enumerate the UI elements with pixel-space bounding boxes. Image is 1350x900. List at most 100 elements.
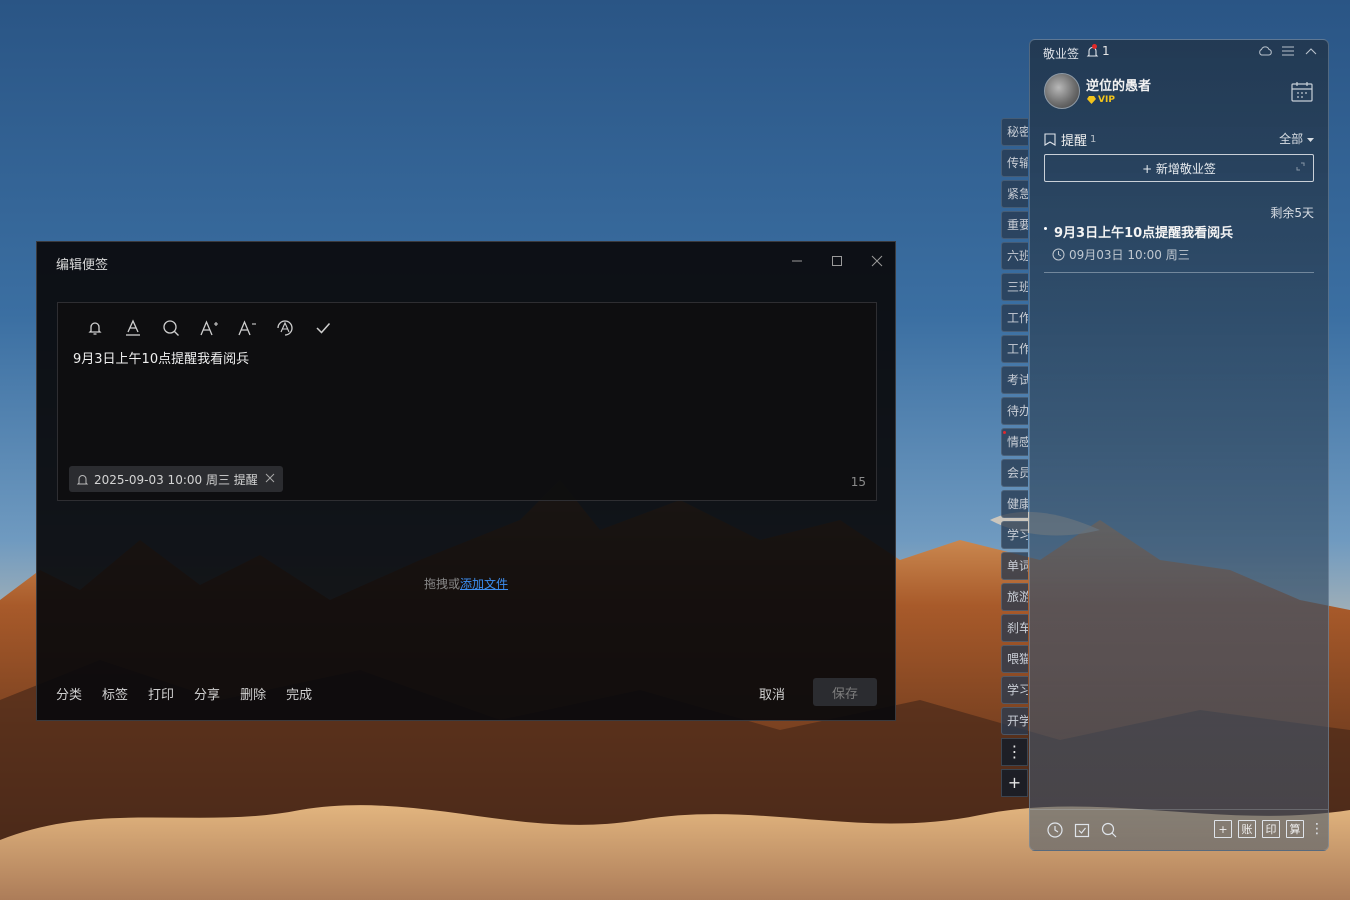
category-tab[interactable]: 健康: [1001, 490, 1028, 518]
calculator-button[interactable]: 算: [1286, 820, 1304, 838]
note-reminder-time: 09月03日 10:00 周三: [1052, 246, 1190, 263]
print-button[interactable]: 打印: [148, 684, 174, 703]
panel-titlebar[interactable]: 敬业签 1: [1030, 40, 1328, 62]
note-edit-area[interactable]: 9月3日上午10点提醒我看阅兵 2025-09-03 10:00 周三 提醒 1…: [57, 302, 877, 501]
category-tab[interactable]: 传输: [1001, 149, 1028, 177]
reminder-tool-button[interactable]: [76, 317, 114, 339]
category-tab[interactable]: 学习: [1001, 521, 1028, 549]
search-button[interactable]: [1100, 821, 1117, 838]
font-decrease-tool-button[interactable]: [228, 317, 266, 339]
clear-format-icon: [277, 320, 293, 336]
clock-icon: [1052, 248, 1065, 261]
new-note-button[interactable]: + 新增敬业签: [1044, 154, 1314, 182]
delete-button[interactable]: 删除: [240, 684, 266, 703]
remove-reminder-icon[interactable]: [265, 472, 275, 487]
cloud-sync-button[interactable]: [1258, 44, 1272, 58]
reminder-section-header[interactable]: 提醒 1: [1044, 130, 1096, 149]
category-button[interactable]: 分类: [56, 684, 82, 703]
category-tab[interactable]: 秘密: [1001, 118, 1028, 146]
cancel-button[interactable]: 取消: [759, 684, 785, 703]
dialog-titlebar[interactable]: 编辑便签: [37, 242, 895, 282]
cloud-icon: [1259, 46, 1272, 56]
search-icon: [163, 320, 179, 336]
reminder-bell-icon: [76, 474, 89, 484]
calendar-icon: [1291, 82, 1313, 102]
more-options-icon[interactable]: ⋮: [1310, 821, 1324, 837]
category-tab[interactable]: 学习: [1001, 676, 1028, 704]
ledger-button[interactable]: 账: [1238, 820, 1256, 838]
dialog-title: 编辑便签: [56, 258, 109, 273]
category-tab[interactable]: 单词: [1001, 552, 1028, 580]
clear-format-tool-button[interactable]: [266, 317, 304, 339]
close-button[interactable]: [867, 252, 887, 272]
remaining-days: 剩余5天: [1270, 206, 1314, 220]
more-categories-button[interactable]: ⋮: [1001, 738, 1028, 766]
panel-bottom-bar: + 账 印 算 ⋮: [1030, 809, 1328, 850]
bullet-dot: [1044, 227, 1047, 230]
font-increase-icon: [200, 320, 218, 336]
category-tab[interactable]: 三班: [1001, 273, 1028, 301]
share-button[interactable]: 分享: [194, 684, 220, 703]
category-tab[interactable]: 工作: [1001, 335, 1028, 363]
bell-icon: [88, 322, 102, 335]
note-content-text[interactable]: 9月3日上午10点提醒我看阅兵: [73, 348, 249, 367]
category-tab[interactable]: 会员: [1001, 459, 1028, 487]
checkbox-icon: [1074, 823, 1089, 837]
category-tab[interactable]: 待办: [1001, 397, 1028, 425]
maximize-icon: [832, 256, 842, 266]
search-tool-button[interactable]: [152, 317, 190, 339]
category-tab[interactable]: 开学: [1001, 707, 1028, 735]
check-icon: [316, 323, 331, 334]
vip-label: VIP: [1098, 95, 1115, 105]
font-increase-tool-button[interactable]: [190, 317, 228, 339]
expand-icon[interactable]: [1296, 162, 1305, 174]
reminder-chip[interactable]: 2025-09-03 10:00 周三 提醒: [69, 466, 283, 492]
done-tool-button[interactable]: [304, 317, 342, 339]
character-count: 15: [850, 475, 866, 489]
category-tab[interactable]: 旅游: [1001, 583, 1028, 611]
diamond-icon: [1087, 96, 1096, 104]
stamp-button[interactable]: 印: [1262, 820, 1280, 838]
menu-icon: [1282, 46, 1294, 56]
menu-button[interactable]: [1281, 44, 1295, 58]
category-tab[interactable]: 紧急: [1001, 180, 1028, 208]
add-file-link[interactable]: 添加文件: [460, 577, 508, 591]
add-note-button[interactable]: +: [1214, 820, 1232, 838]
avatar[interactable]: [1044, 73, 1080, 109]
minimize-button[interactable]: [787, 252, 807, 272]
vip-badge: VIP: [1087, 95, 1115, 105]
add-category-button[interactable]: +: [1001, 769, 1028, 797]
font-decrease-icon: [238, 320, 256, 336]
completed-button[interactable]: [1073, 821, 1090, 838]
section-title: 提醒: [1061, 134, 1088, 149]
category-tab[interactable]: 工作: [1001, 304, 1028, 332]
category-tab[interactable]: 考试: [1001, 366, 1028, 394]
dialog-footer-actions: 分类 标签 打印 分享 删除 完成: [56, 684, 332, 703]
app-name: 敬业签: [1043, 47, 1080, 61]
category-tab[interactable]: 刹车: [1001, 614, 1028, 642]
text-color-tool-button[interactable]: [114, 317, 152, 339]
filter-dropdown[interactable]: 全部: [1279, 130, 1314, 147]
category-tab[interactable]: 重要: [1001, 211, 1028, 239]
notification-button[interactable]: 1: [1086, 44, 1110, 58]
format-toolbar: [76, 317, 342, 339]
note-title: 9月3日上午10点提醒我看阅兵: [1054, 226, 1234, 241]
complete-button[interactable]: 完成: [286, 684, 312, 703]
notification-count: 1: [1102, 44, 1110, 58]
note-list-item[interactable]: 剩余5天 9月3日上午10点提醒我看阅兵 09月03日 10:00 周三: [1044, 204, 1314, 273]
history-button[interactable]: [1046, 821, 1063, 838]
collapse-button[interactable]: [1304, 44, 1318, 58]
save-button[interactable]: 保存: [813, 678, 877, 706]
category-tab[interactable]: 情感: [1001, 428, 1028, 456]
search-icon: [1101, 822, 1116, 837]
close-icon: [871, 255, 883, 267]
tag-button[interactable]: 标签: [102, 684, 128, 703]
username[interactable]: 逆位的愚者: [1086, 75, 1151, 94]
maximize-button[interactable]: [827, 252, 847, 272]
category-tab[interactable]: 喂猫: [1001, 645, 1028, 673]
attachment-drop-zone[interactable]: 拖拽或添加文件: [37, 575, 895, 592]
calendar-button[interactable]: [1290, 80, 1314, 104]
category-tab[interactable]: 六班: [1001, 242, 1028, 270]
section-count: 1: [1090, 134, 1097, 145]
text-color-icon: [126, 319, 140, 336]
